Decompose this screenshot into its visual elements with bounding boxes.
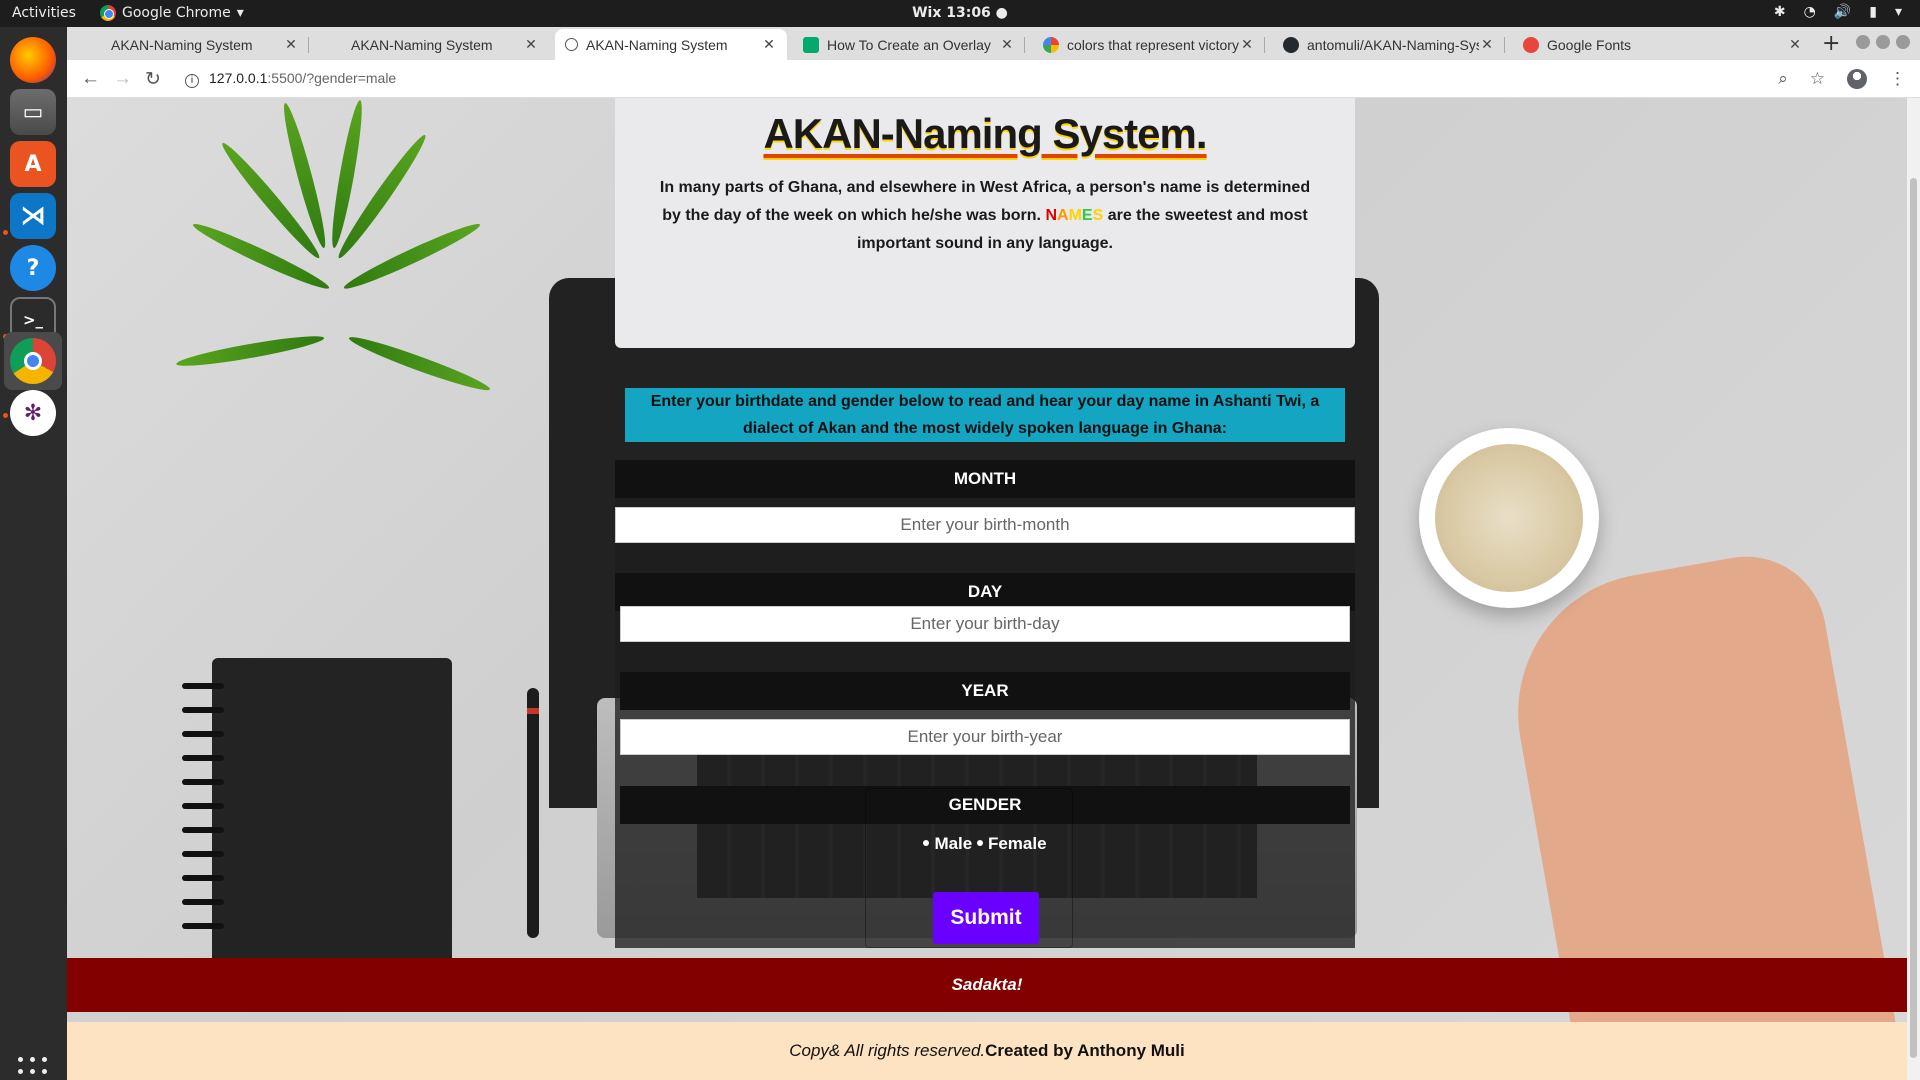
tab-title: AKAN-Naming System [351, 36, 493, 53]
toolbar-actions: ⌕ ☆ ⋮ [1778, 69, 1906, 89]
new-tab-button[interactable]: + [1822, 31, 1840, 56]
toolbar: ← → ↻ i 127.0.0.1:5500/?gender=male ⌕ ☆ ⋮ [67, 60, 1920, 98]
firefox-icon[interactable] [10, 37, 56, 83]
running-indicator [3, 230, 8, 235]
files-icon[interactable]: ▭ [10, 89, 56, 135]
help-icon[interactable]: ? [10, 245, 56, 291]
maximize-button[interactable] [1876, 35, 1890, 49]
scrollbar-thumb[interactable] [1910, 178, 1917, 1058]
system-top-bar: Activities Google Chrome ▾ Wix 13:06 ● ✱… [0, 0, 1920, 27]
globe-icon [565, 38, 578, 51]
web-page: AKAN-Naming System. In many parts of Gha… [67, 98, 1907, 1080]
url-path: :5500/?gender=male [267, 70, 397, 86]
reload-icon[interactable]: ↻ [145, 68, 161, 91]
github-icon [1283, 36, 1299, 53]
dock: ▭ A ⋊ ? >_ ✻ [0, 27, 67, 1080]
tab-4[interactable]: How To Create an Overlay ✕ [793, 29, 1025, 60]
year-input[interactable] [620, 719, 1350, 755]
tab-6[interactable]: antomuli/AKAN-Naming-System ✕ [1273, 29, 1505, 60]
chevron-down-icon[interactable]: ▾ [1895, 4, 1902, 20]
page-icon [87, 37, 103, 53]
header-card: AKAN-Naming System. In many parts of Gha… [615, 98, 1355, 348]
sadakta-banner: Sadakta! [67, 958, 1907, 1012]
info-icon[interactable]: i [185, 74, 199, 88]
close-icon[interactable]: ✕ [523, 36, 539, 53]
google-icon [1043, 36, 1059, 53]
day-input[interactable] [620, 606, 1350, 642]
close-icon[interactable]: ✕ [1479, 36, 1495, 53]
chrome-icon[interactable] [10, 338, 56, 384]
battery-icon[interactable]: ▮ [1869, 4, 1877, 20]
close-icon[interactable]: ✕ [999, 36, 1015, 53]
tab-7[interactable]: Google Fonts ✕ [1513, 29, 1813, 60]
w3schools-icon [803, 36, 819, 53]
clock[interactable]: Wix 13:06 ● [0, 5, 1920, 21]
zoom-icon[interactable]: ⌕ [1778, 69, 1788, 89]
forward-arrow-icon[interactable]: → [113, 68, 132, 90]
page-scrollbar[interactable] [1907, 98, 1920, 1080]
tab-strip: AKAN-Naming System ✕ AKAN-Naming System … [67, 27, 1920, 60]
system-tray[interactable]: ✱ ◔ 🔊 ▮ ▾ [1774, 4, 1902, 20]
profile-avatar[interactable] [1847, 69, 1867, 89]
close-icon[interactable]: ✕ [761, 36, 777, 53]
tab-5[interactable]: colors that represent victory ✕ [1033, 29, 1265, 60]
network-icon[interactable]: ✱ [1774, 4, 1786, 20]
vscode-icon[interactable]: ⋊ [10, 193, 56, 239]
close-icon[interactable]: ✕ [1787, 36, 1803, 53]
tab-2[interactable]: AKAN-Naming System ✕ [317, 29, 549, 60]
running-indicator [3, 413, 8, 418]
tab-title: colors that represent victory [1067, 36, 1239, 53]
tab-title: Google Fonts [1547, 36, 1632, 53]
page-icon [327, 37, 343, 53]
slack-icon[interactable]: ✻ [10, 390, 56, 436]
tab-title: How To Create an Overlay [827, 36, 991, 53]
credit-text: Created by Anthony Muli [985, 1041, 1185, 1060]
month-label: MONTH [615, 460, 1355, 498]
intro-paragraph: In many parts of Ghana, and elsewhere in… [655, 174, 1315, 258]
page-title: AKAN-Naming System. [763, 110, 1207, 157]
wifi-icon[interactable]: ◔ [1804, 4, 1816, 20]
close-window-button[interactable] [1896, 35, 1910, 49]
minimize-button[interactable] [1856, 35, 1870, 49]
address-field[interactable]: i 127.0.0.1:5500/?gender=male [185, 70, 396, 88]
bookmark-star-icon[interactable]: ☆ [1810, 69, 1825, 89]
footer: Copy& All rights reserved.Created by Ant… [67, 1022, 1907, 1080]
names-word: NAMES [1045, 207, 1104, 224]
google-fonts-icon [1523, 36, 1539, 53]
tab-3-active[interactable]: AKAN-Naming System ✕ [555, 29, 787, 60]
close-icon[interactable]: ✕ [1239, 36, 1255, 53]
year-label: YEAR [620, 672, 1350, 710]
instruction-banner: Enter your birthdate and gender below to… [625, 388, 1345, 442]
month-input[interactable] [615, 507, 1355, 543]
tab-title: antomuli/AKAN-Naming-System [1307, 36, 1479, 53]
volume-icon[interactable]: 🔊 [1834, 4, 1851, 20]
tab-1[interactable]: AKAN-Naming System ✕ [77, 29, 309, 60]
window-controls [1856, 35, 1910, 49]
submit-button[interactable]: Submit [933, 892, 1039, 944]
show-applications-icon[interactable] [18, 1057, 48, 1080]
url-host: 127.0.0.1 [209, 70, 268, 86]
tab-title: AKAN-Naming System [111, 36, 253, 53]
menu-dots-icon[interactable]: ⋮ [1889, 69, 1906, 89]
copyright-text: Copy& All rights reserved. [789, 1041, 986, 1060]
tab-title: AKAN-Naming System [586, 36, 728, 53]
software-center-icon[interactable]: A [10, 141, 56, 187]
back-arrow-icon[interactable]: ← [81, 68, 100, 90]
close-icon[interactable]: ✕ [283, 36, 299, 53]
